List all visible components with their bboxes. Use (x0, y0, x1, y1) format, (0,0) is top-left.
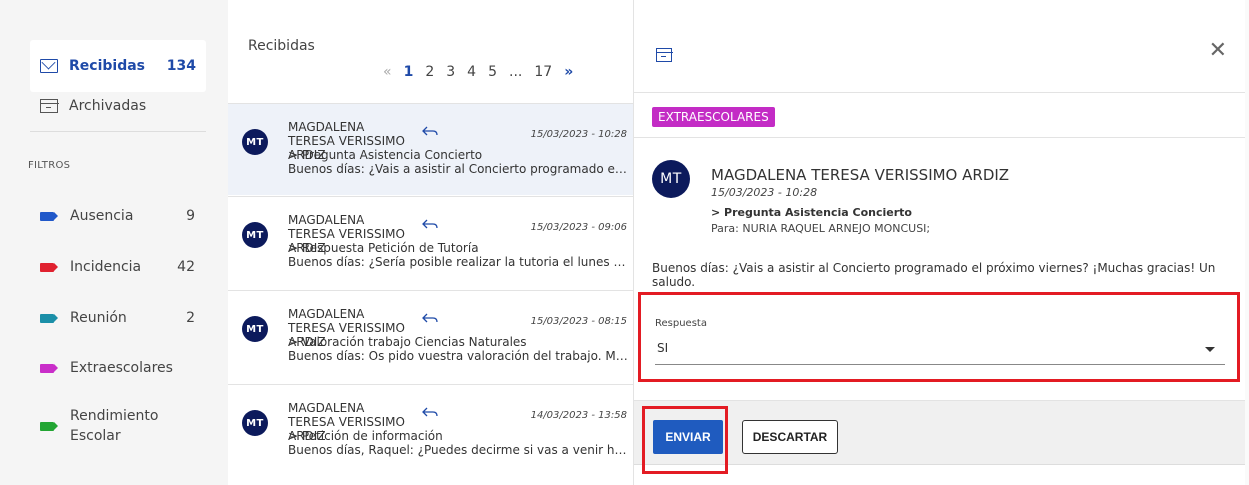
response-value: SI (657, 341, 669, 355)
message-subject: > Valoración trabajo Ciencias Naturales (288, 335, 527, 349)
message-subject: > Petición de información (288, 429, 443, 443)
avatar: MT (242, 222, 268, 248)
divider (634, 137, 1246, 138)
filter-label: Ausencia (70, 208, 134, 224)
tag-icon (40, 313, 58, 323)
message-date: 15/03/2023 - 08:15 (530, 316, 627, 327)
scrollbar[interactable] (1245, 0, 1249, 485)
tag-icon (40, 421, 58, 431)
filter-label: Rendimiento Escolar (70, 408, 159, 444)
filter-ausencia[interactable]: Ausencia 9 (40, 206, 195, 226)
message-preview: Buenos días: ¿Sería posible realizar la … (288, 255, 628, 269)
message-detail: ✕ EXTRAESCOLARES MT MAGDALENA TERESA VER… (633, 0, 1246, 485)
page-prev[interactable]: « (383, 64, 392, 80)
pagination: « 1 2 3 4 5 ... 17 » (383, 64, 585, 80)
category-badge: EXTRAESCOLARES (652, 107, 775, 127)
close-icon[interactable]: ✕ (1209, 38, 1227, 63)
message-preview: Buenos días, Raquel: ¿Puedes decirme si … (288, 443, 628, 457)
archive-icon[interactable] (655, 48, 673, 62)
list-item[interactable]: MT MAGDALENA TERESA VERISSIMO ARDIZ 14/0… (228, 384, 633, 476)
detail-sender: MAGDALENA TERESA VERISSIMO ARDIZ (711, 166, 1010, 184)
avatar: MT (652, 160, 690, 198)
tag-icon (40, 262, 58, 272)
avatar: MT (242, 316, 268, 342)
reply-icon (422, 126, 438, 136)
tag-icon (40, 211, 58, 221)
page-1[interactable]: 1 (404, 64, 414, 80)
detail-date: 15/03/2023 - 10:28 (711, 186, 818, 199)
page-4[interactable]: 4 (467, 64, 476, 80)
sidebar: Recibidas 134 Archivadas FILTROS Ausenci… (0, 0, 228, 485)
message-preview: Buenos días: ¿Vais a asistir al Conciert… (288, 162, 628, 176)
filter-count: 2 (186, 310, 195, 326)
folder-label: Recibidas (69, 58, 145, 74)
detail-body: Buenos días: ¿Vais a asistir al Conciert… (652, 261, 1216, 289)
envelope-icon (40, 59, 58, 73)
list-item[interactable]: MT MAGDALENA TERESA VERISSIMO ARDIZ 15/0… (228, 196, 633, 288)
message-list: Recibidas « 1 2 3 4 5 ... 17 » MT MAGDAL… (228, 0, 633, 485)
page-2[interactable]: 2 (425, 64, 434, 80)
folder-label: Archivadas (69, 98, 147, 114)
list-item[interactable]: MT MAGDALENA TERESA VERISSIMO ARDIZ 15/0… (228, 103, 633, 195)
filter-count: 9 (186, 208, 195, 224)
page-next[interactable]: » (564, 64, 573, 80)
tag-icon (40, 363, 58, 373)
message-date: 15/03/2023 - 09:06 (530, 222, 627, 233)
message-subject: > Pregunta Asistencia Concierto (288, 148, 483, 162)
page-17[interactable]: 17 (534, 64, 552, 80)
reply-icon (422, 219, 438, 229)
discard-button[interactable]: DESCARTAR (742, 420, 838, 454)
reply-icon (422, 407, 438, 417)
page-5[interactable]: 5 (488, 64, 497, 80)
detail-recipients: Para: NURIA RAQUEL ARNEJO MONCUSI; (711, 222, 931, 235)
filter-rendimiento-escolar[interactable]: Rendimiento Escolar (40, 406, 195, 446)
reply-icon (422, 313, 438, 323)
message-subject: > Respuesta Petición de Tutoría (288, 241, 479, 255)
filter-incidencia[interactable]: Incidencia 42 (40, 257, 195, 277)
filter-reunion[interactable]: Reunión 2 (40, 308, 195, 328)
list-item[interactable]: MT MAGDALENA TERESA VERISSIMO ARDIZ 15/0… (228, 290, 633, 382)
chevron-down-icon (1205, 347, 1215, 352)
response-label: Respuesta (655, 318, 707, 329)
avatar: MT (242, 410, 268, 436)
list-title: Recibidas (248, 38, 315, 54)
divider (634, 92, 1246, 93)
page-3[interactable]: 3 (446, 64, 455, 80)
divider (30, 131, 206, 132)
folder-count: 134 (166, 58, 196, 74)
filters-title: FILTROS (28, 160, 71, 171)
detail-subject: > Pregunta Asistencia Concierto (711, 206, 912, 219)
action-bar (634, 400, 1246, 474)
archive-icon (39, 99, 59, 113)
message-date: 14/03/2023 - 13:58 (530, 410, 627, 421)
message-date: 15/03/2023 - 10:28 (530, 129, 627, 140)
response-select[interactable]: SI (655, 333, 1225, 365)
filter-count: 42 (177, 259, 195, 275)
filter-label: Reunión (70, 310, 127, 326)
filter-label: Incidencia (70, 259, 142, 275)
message-preview: Buenos días: Os pido vuestra valoración … (288, 349, 628, 363)
avatar: MT (242, 129, 268, 155)
folder-archivadas[interactable]: Archivadas (30, 80, 206, 132)
send-button[interactable]: ENVIAR (653, 420, 723, 454)
filter-label: Extraescolares (70, 360, 173, 376)
page-ellipsis: ... (509, 64, 523, 80)
filter-extraescolares[interactable]: Extraescolares (40, 358, 195, 378)
response-section: Respuesta SI (638, 292, 1240, 382)
